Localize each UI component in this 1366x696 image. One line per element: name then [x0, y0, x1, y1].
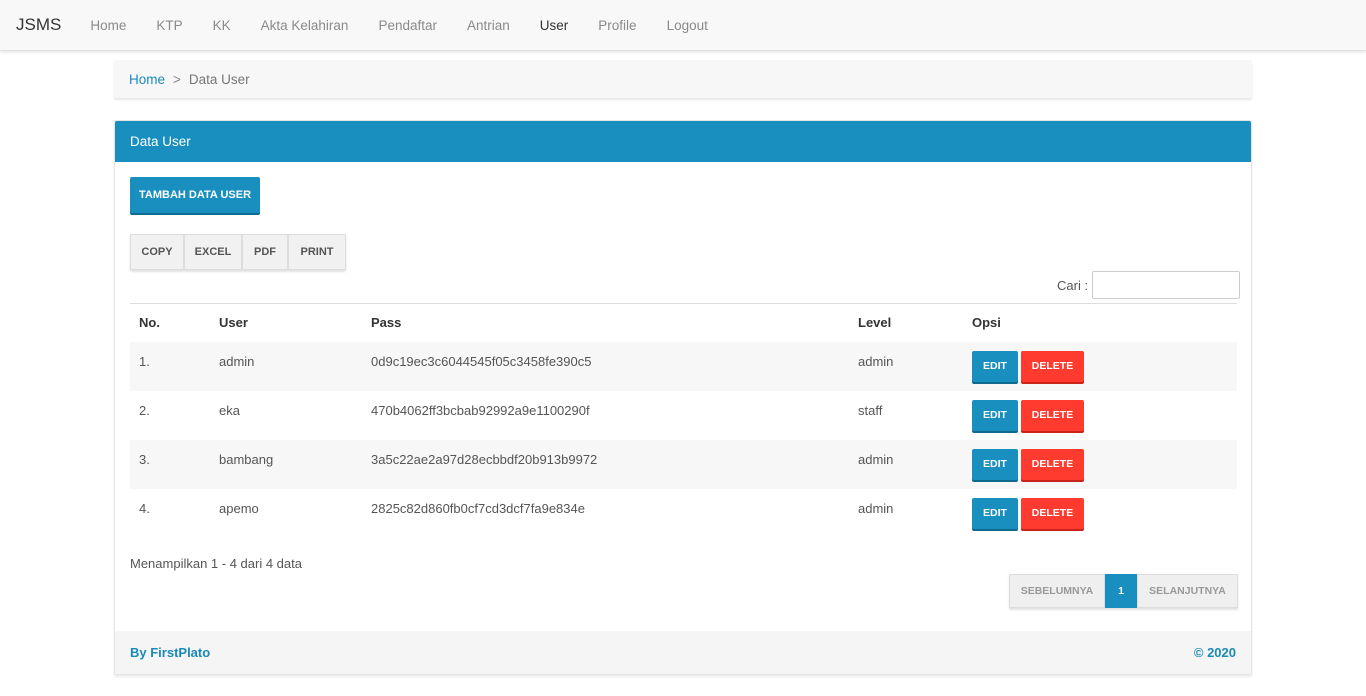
- cell-level: staff: [858, 402, 883, 418]
- cell-level: admin: [858, 353, 894, 369]
- add-user-button[interactable]: TAMBAH DATA USER: [130, 177, 260, 213]
- col-no-header[interactable]: No.: [130, 303, 210, 342]
- search-input[interactable]: [1092, 271, 1241, 299]
- panel-footer: By FirstPlato © 2020: [115, 631, 1251, 674]
- prev-page-button[interactable]: SEBELUMNYA: [1009, 574, 1105, 608]
- col-level-header[interactable]: Level: [849, 303, 963, 342]
- table-row: 4. apemo 2825c82d860fb0cf7cd3dcf7fa9e834…: [130, 489, 1237, 538]
- cell-user: apemo: [219, 500, 259, 516]
- export-button-group: COPY EXCEL PDF PRINT: [130, 234, 346, 270]
- cell-pass: 3a5c22ae2a97d28ecbbdf20b913b9972: [371, 451, 598, 467]
- nav-logout[interactable]: Logout: [652, 0, 723, 51]
- top-navbar: JSMS Home KTP KK Akta Kelahiran Pendafta…: [0, 0, 1366, 51]
- cell-opsi: EDIT DELETE: [963, 489, 1237, 538]
- pagination: SEBELUMNYA 1 SELANJUTNYA: [1009, 574, 1238, 608]
- nav-antrian[interactable]: Antrian: [452, 0, 525, 51]
- cell-pass: 470b4062ff3bcbab92992a9e1100290f: [371, 402, 590, 418]
- page-1-button[interactable]: 1: [1105, 574, 1137, 608]
- pdf-button[interactable]: PDF: [242, 234, 288, 270]
- col-opsi-header: Opsi: [963, 303, 1237, 342]
- cell-no: 4.: [139, 500, 150, 516]
- cell-user: admin: [219, 353, 255, 369]
- excel-button[interactable]: EXCEL: [184, 234, 242, 270]
- table-row: 1. admin 0d9c19ec3c6044545f05c3458fe390c…: [130, 341, 1237, 391]
- table-info-text: Menampilkan 1 - 4 dari 4 data: [130, 556, 302, 571]
- col-user-header[interactable]: User: [210, 303, 362, 342]
- edit-button[interactable]: EDIT: [972, 448, 1018, 480]
- cell-no: 3.: [139, 451, 150, 467]
- cell-level: admin: [858, 451, 894, 467]
- footer-copyright: © 2020: [1193, 645, 1236, 660]
- cell-opsi: EDIT DELETE: [963, 342, 1237, 391]
- cell-pass: 2825c82d860fb0cf7cd3dcf7fa9e834e: [371, 500, 585, 516]
- delete-button[interactable]: DELETE: [1021, 448, 1084, 480]
- cell-level: admin: [858, 500, 894, 516]
- table-header-row: No. User Pass Level Opsi: [130, 303, 1237, 342]
- copy-button[interactable]: COPY: [130, 234, 184, 270]
- cell-user: eka: [219, 402, 240, 418]
- nav-pendaftar[interactable]: Pendaftar: [363, 0, 452, 51]
- delete-button[interactable]: DELETE: [1021, 497, 1084, 529]
- nav-home[interactable]: Home: [75, 0, 141, 51]
- cell-no: 2.: [139, 402, 150, 418]
- breadcrumb-current: Data User: [188, 71, 250, 87]
- breadcrumb: Home > Data User: [114, 60, 1252, 98]
- cell-user: bambang: [219, 451, 274, 467]
- nav-ktp[interactable]: KTP: [141, 0, 197, 51]
- nav-profile[interactable]: Profile: [583, 0, 651, 51]
- panel-title: Data User: [115, 121, 1251, 162]
- footer-credit: By FirstPlato: [130, 645, 211, 660]
- data-user-panel: Data User TAMBAH DATA USER COPY EXCEL PD…: [114, 120, 1252, 675]
- cell-no: 1.: [139, 353, 150, 369]
- cell-pass: 0d9c19ec3c6044545f05c3458fe390c5: [371, 353, 592, 369]
- search-label: Cari :: [1057, 277, 1089, 293]
- table-row: 3. bambang 3a5c22ae2a97d28ecbbdf20b913b9…: [130, 439, 1237, 489]
- print-button[interactable]: PRINT: [288, 234, 346, 270]
- breadcrumb-separator: >: [173, 71, 181, 87]
- cell-opsi: EDIT DELETE: [963, 391, 1237, 440]
- user-table: No. User Pass Level Opsi 1. admin 0d9c19…: [130, 303, 1237, 538]
- edit-button[interactable]: EDIT: [972, 497, 1018, 529]
- nav-user[interactable]: User: [525, 0, 584, 51]
- search-box: Cari :: [1057, 271, 1241, 299]
- edit-button[interactable]: EDIT: [972, 399, 1018, 431]
- next-page-button[interactable]: SELANJUTNYA: [1137, 574, 1238, 608]
- brand-logo[interactable]: JSMS: [16, 15, 61, 35]
- edit-button[interactable]: EDIT: [972, 350, 1018, 382]
- nav-akta-kelahiran[interactable]: Akta Kelahiran: [246, 0, 364, 51]
- cell-opsi: EDIT DELETE: [963, 440, 1237, 489]
- table-row: 2. eka 470b4062ff3bcbab92992a9e1100290f …: [130, 391, 1237, 440]
- delete-button[interactable]: DELETE: [1021, 350, 1084, 382]
- breadcrumb-home-link[interactable]: Home: [129, 72, 165, 87]
- col-pass-header[interactable]: Pass: [362, 303, 849, 342]
- delete-button[interactable]: DELETE: [1021, 399, 1084, 431]
- nav-kk[interactable]: KK: [198, 0, 246, 51]
